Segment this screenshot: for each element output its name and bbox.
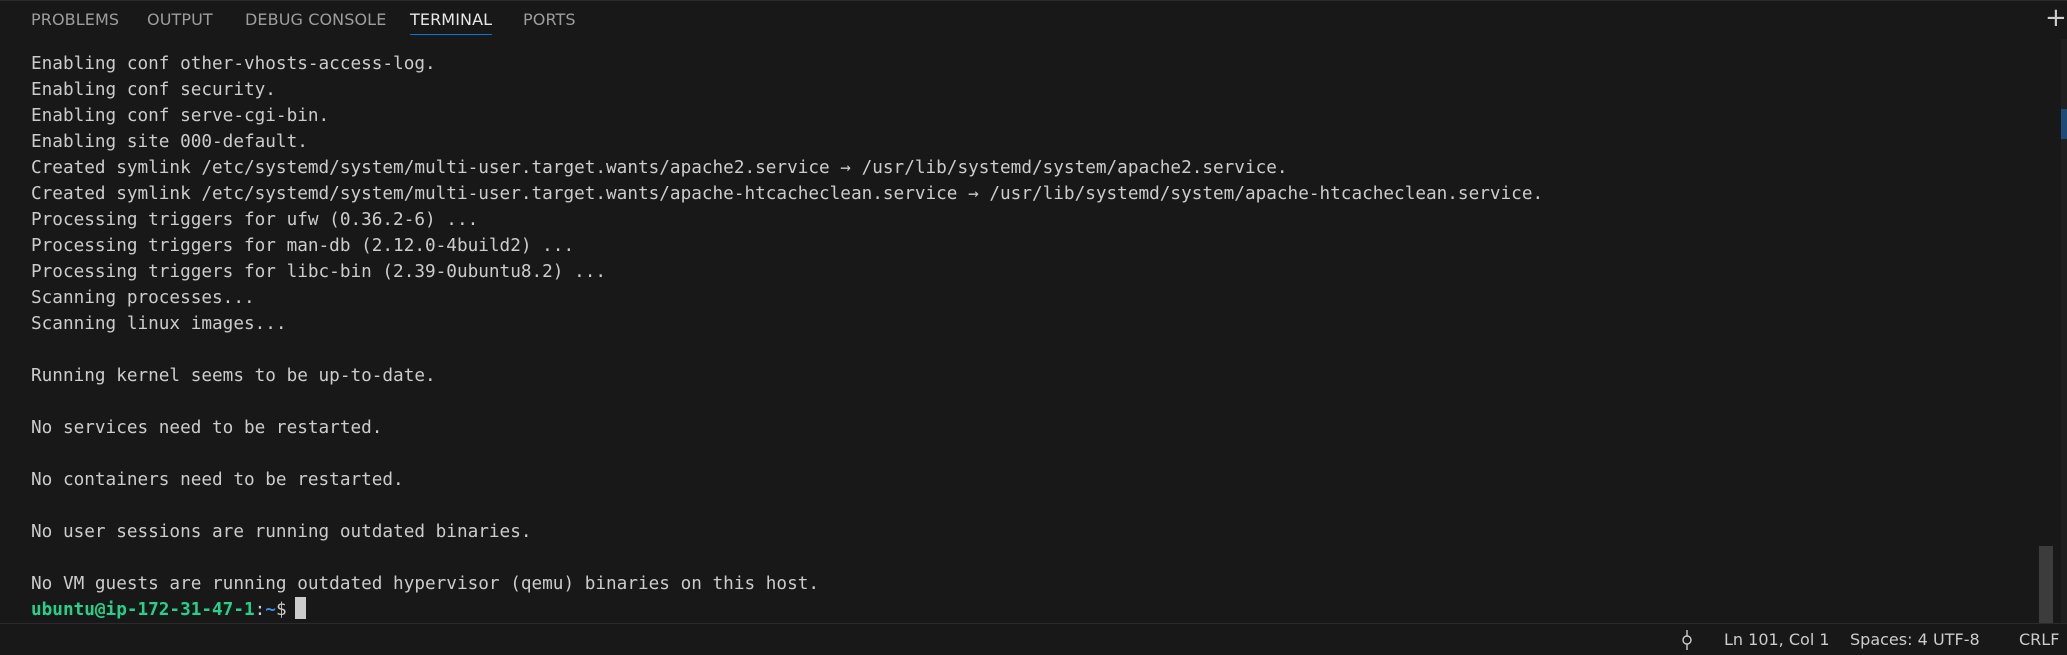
terminal-line: No user sessions are running outdated bi… bbox=[31, 522, 532, 542]
prompt-separator: : bbox=[254, 600, 266, 620]
terminal-line: Created symlink /etc/systemd/system/mult… bbox=[31, 158, 1288, 178]
tab-debug-console[interactable]: DEBUG CONSOLE bbox=[245, 1, 386, 39]
tab-output[interactable]: OUTPUT bbox=[147, 1, 213, 39]
tab-ports[interactable]: PORTS bbox=[523, 1, 576, 39]
prompt-path: ~ bbox=[265, 600, 276, 620]
terminal-line: Running kernel seems to be up-to-date. bbox=[31, 366, 436, 386]
terminal-output[interactable]: Enabling conf other-vhosts-access-log. En… bbox=[31, 51, 2031, 626]
terminal-prompt-line[interactable]: ubuntu@ip-172-31-47-1:~$ bbox=[31, 597, 2031, 623]
prompt-user-host: ubuntu@ip-172-31-47-1 bbox=[31, 600, 255, 620]
terminal-line: Created symlink /etc/systemd/system/mult… bbox=[31, 184, 1544, 204]
terminal-line: Enabling site 000-default. bbox=[31, 132, 308, 152]
status-cursor-position[interactable]: Ln 101, Col 1 bbox=[1724, 624, 1830, 655]
terminal-lines: Enabling conf other-vhosts-access-log. En… bbox=[31, 51, 2031, 597]
status-encoding[interactable]: UTF-8 bbox=[1933, 624, 1980, 655]
terminal-line: No services need to be restarted. bbox=[31, 418, 383, 438]
terminal-line: Processing triggers for ufw (0.36.2-6) .… bbox=[31, 210, 479, 230]
terminal-scrollbar-thumb[interactable] bbox=[2039, 546, 2053, 624]
tab-terminal[interactable]: TERMINAL bbox=[410, 1, 493, 39]
terminal-line: Enabling conf serve-cgi-bin. bbox=[31, 106, 330, 126]
terminal-line: Enabling conf security. bbox=[31, 80, 276, 100]
terminal-line: Processing triggers for man-db (2.12.0-4… bbox=[31, 236, 575, 256]
status-bar: Ln 101, Col 1 Spaces: 4 UTF-8 CRLF bbox=[0, 623, 2067, 655]
status-indentation[interactable]: Spaces: 4 bbox=[1850, 624, 1928, 655]
terminal-line: Scanning processes... bbox=[31, 288, 255, 308]
terminal-line: Processing triggers for libc-bin (2.39-0… bbox=[31, 262, 607, 282]
tab-problems[interactable]: PROBLEMS bbox=[31, 1, 119, 39]
terminal-line: Scanning linux images... bbox=[31, 314, 287, 334]
terminal-line: Enabling conf other-vhosts-access-log. bbox=[31, 54, 436, 74]
terminal-line: No VM guests are running outdated hyperv… bbox=[31, 574, 820, 594]
terminal-panel: PROBLEMS OUTPUT DEBUG CONSOLE TERMINAL P… bbox=[0, 0, 2067, 626]
terminal-line: No containers need to be restarted. bbox=[31, 470, 404, 490]
git-commit-icon[interactable] bbox=[1678, 630, 1696, 650]
terminal-cursor bbox=[294, 597, 306, 619]
panel-tabs: PROBLEMS OUTPUT DEBUG CONSOLE TERMINAL P… bbox=[0, 1, 2067, 39]
overview-ruler-marker bbox=[2061, 109, 2067, 139]
status-line-ending[interactable]: CRLF bbox=[2019, 624, 2059, 655]
prompt-symbol: $ bbox=[275, 600, 287, 620]
plus-icon[interactable]: + bbox=[2045, 5, 2067, 31]
